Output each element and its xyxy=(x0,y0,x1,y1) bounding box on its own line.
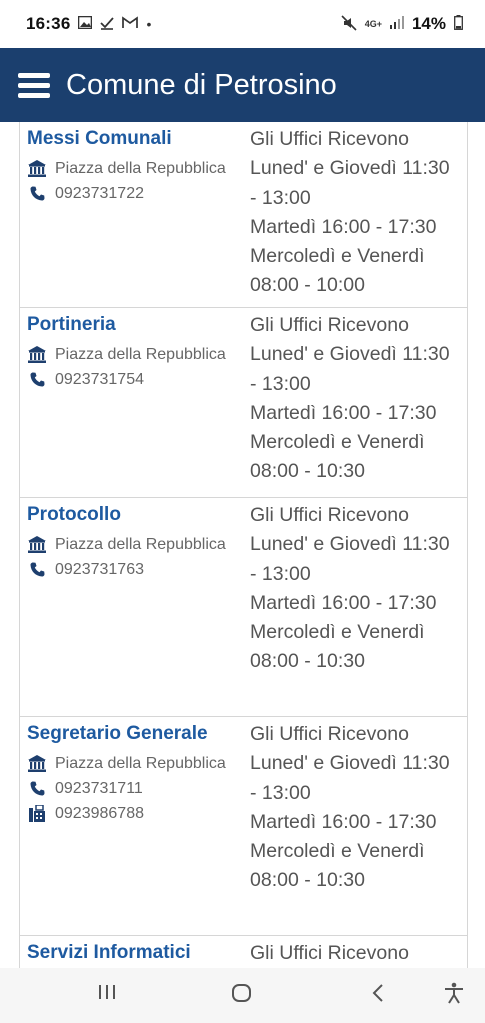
phone-line[interactable]: 0923731763 xyxy=(27,557,243,582)
hours-line: Luned' e Giovedì 11:30 xyxy=(250,533,450,556)
phone-line[interactable]: 0923731711 xyxy=(27,776,243,801)
office-name-link[interactable]: Portineria xyxy=(27,314,243,336)
gallery-notification-icon xyxy=(78,15,93,32)
mute-icon xyxy=(341,14,357,34)
offices-list: Messi Comunali Piazza della Repubblica 0… xyxy=(19,122,468,968)
phone-icon xyxy=(27,781,47,796)
office-contact: Segretario Generale Piazza della Repubbl… xyxy=(20,717,243,935)
status-right: 4G+ 14% xyxy=(341,14,463,34)
office-hours: Gli Uffici Ricevono Luned' e Giovedì 11:… xyxy=(243,122,467,307)
office-row: Servizi Informatici Gli Uffici Ricevono xyxy=(20,936,467,968)
office-hours: Gli Uffici Ricevono Luned' e Giovedì 11:… xyxy=(243,498,467,716)
address-text: Piazza della Repubblica xyxy=(55,345,226,363)
network-type-label: 4G+ xyxy=(364,19,382,29)
phone-text[interactable]: 0923731722 xyxy=(55,185,144,203)
hours-line: 08:00 - 10:30 xyxy=(250,460,365,483)
hours-line: Martedì 16:00 - 17:30 xyxy=(250,810,437,833)
app-bar: Comune di Petrosino xyxy=(0,48,485,122)
hours-line: Mercoledì e Venerdì xyxy=(250,840,425,863)
hours-line: Martedì 16:00 - 17:30 xyxy=(250,215,437,238)
hours-line: Mercoledì e Venerdì xyxy=(250,431,425,454)
hours-line: Gli Uffici Ricevono xyxy=(250,942,409,964)
accessibility-icon[interactable] xyxy=(444,982,464,1009)
hours-line: Martedì 16:00 - 17:30 xyxy=(250,591,437,614)
office-hours: Gli Uffici Ricevono Luned' e Giovedì 11:… xyxy=(243,308,467,497)
building-icon xyxy=(27,346,47,363)
office-row: Protocollo Piazza della Repubblica 09237… xyxy=(20,498,467,717)
fax-line: 0923986788 xyxy=(27,801,243,826)
status-left: 16:36 • xyxy=(26,14,151,34)
signal-icon xyxy=(389,16,404,32)
office-hours: Gli Uffici Ricevono xyxy=(243,936,467,968)
office-row: Messi Comunali Piazza della Repubblica 0… xyxy=(20,122,467,308)
app-title: Comune di Petrosino xyxy=(66,68,337,101)
address-text: Piazza della Repubblica xyxy=(55,159,226,177)
more-notifications-dot-icon: • xyxy=(146,16,152,32)
office-row: Segretario Generale Piazza della Repubbl… xyxy=(20,717,467,936)
office-contact: Protocollo Piazza della Repubblica 09237… xyxy=(20,498,243,716)
status-bar: 16:36 • 4G+ 14% xyxy=(0,0,485,48)
office-contact: Servizi Informatici xyxy=(20,936,243,968)
address-line: Piazza della Repubblica xyxy=(27,156,243,181)
office-name-link[interactable]: Protocollo xyxy=(27,504,243,526)
hours-line: 08:00 - 10:00 xyxy=(250,274,365,297)
phone-text[interactable]: 0923731763 xyxy=(55,561,144,579)
office-name-link[interactable]: Messi Comunali xyxy=(27,128,243,150)
address-line: Piazza della Repubblica xyxy=(27,342,243,367)
hours-line: Mercoledì e Venerdì xyxy=(250,245,425,268)
hours-line: Gli Uffici Ricevono xyxy=(250,723,409,745)
hours-line: Luned' e Giovedì 11:30 xyxy=(250,157,450,180)
gmail-notification-icon xyxy=(122,16,139,32)
phone-icon xyxy=(27,562,47,577)
phone-text[interactable]: 0923731711 xyxy=(55,780,143,798)
building-icon xyxy=(27,755,47,772)
hours-line: 08:00 - 10:30 xyxy=(250,650,365,673)
back-button[interactable] xyxy=(370,982,386,1009)
address-line: Piazza della Repubblica xyxy=(27,532,243,557)
menu-icon[interactable] xyxy=(18,73,50,98)
address-text: Piazza della Repubblica xyxy=(55,535,226,553)
phone-line[interactable]: 0923731722 xyxy=(27,181,243,206)
status-time: 16:36 xyxy=(26,14,71,33)
hours-line: Martedì 16:00 - 17:30 xyxy=(250,401,437,424)
office-name-link[interactable]: Servizi Informatici xyxy=(27,942,243,964)
recent-apps-button[interactable] xyxy=(97,982,117,1007)
fax-text: 0923986788 xyxy=(55,804,144,822)
hours-line: Gli Uffici Ricevono xyxy=(250,314,409,336)
phone-icon xyxy=(27,186,47,201)
hours-line: Gli Uffici Ricevono xyxy=(250,128,409,150)
address-line: Piazza della Repubblica xyxy=(27,751,243,776)
hours-line: Mercoledì e Venerdì xyxy=(250,621,425,644)
building-icon xyxy=(27,160,47,177)
check-notification-icon xyxy=(100,16,115,33)
phone-line[interactable]: 0923731754 xyxy=(27,367,243,392)
hours-line: - 13:00 xyxy=(250,562,311,585)
battery-icon xyxy=(454,15,463,33)
phone-text[interactable]: 0923731754 xyxy=(55,371,144,389)
office-name-link[interactable]: Segretario Generale xyxy=(27,723,243,745)
office-hours: Gli Uffici Ricevono Luned' e Giovedì 11:… xyxy=(243,717,467,935)
battery-percentage: 14% xyxy=(411,14,446,33)
hours-line: Luned' e Giovedì 11:30 xyxy=(250,343,450,366)
system-nav-bar xyxy=(0,968,485,1023)
home-button[interactable] xyxy=(231,982,253,1009)
building-icon xyxy=(27,536,47,553)
phone-icon xyxy=(27,372,47,387)
hours-line: - 13:00 xyxy=(250,372,311,395)
hours-line: - 13:00 xyxy=(250,186,311,209)
hours-line: Gli Uffici Ricevono xyxy=(250,504,409,526)
hours-line: 08:00 - 10:30 xyxy=(250,869,365,892)
hours-line: - 13:00 xyxy=(250,781,311,804)
office-contact: Messi Comunali Piazza della Repubblica 0… xyxy=(20,122,243,307)
hours-line: Luned' e Giovedì 11:30 xyxy=(250,752,450,775)
office-row: Portineria Piazza della Repubblica 09237… xyxy=(20,308,467,498)
address-text: Piazza della Repubblica xyxy=(55,754,226,772)
office-contact: Portineria Piazza della Repubblica 09237… xyxy=(20,308,243,497)
fax-icon xyxy=(27,805,47,822)
